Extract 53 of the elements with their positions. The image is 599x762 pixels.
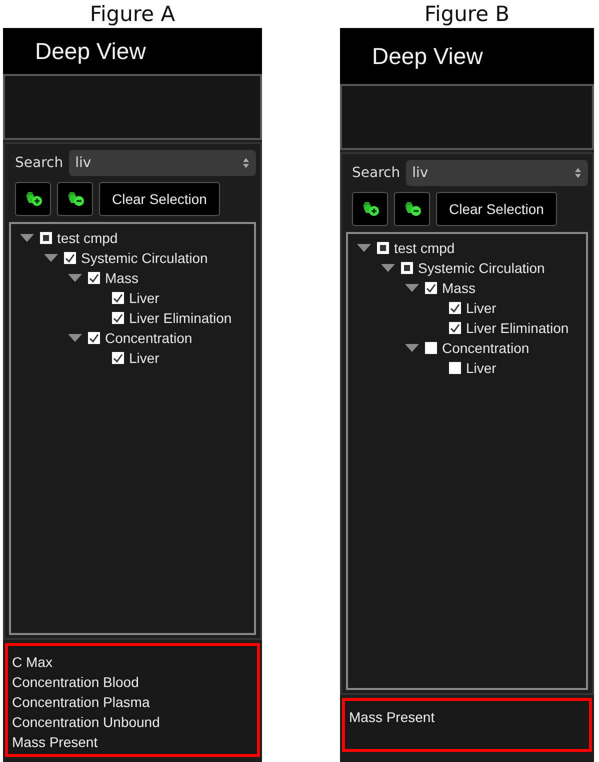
tree-item-label[interactable]: Systemic Circulation <box>81 250 208 266</box>
collapse-arrow-icon[interactable] <box>67 333 83 343</box>
tree-item-label[interactable]: Liver <box>466 300 496 316</box>
hexagon-plus-icon <box>23 189 43 209</box>
clear-selection-button[interactable]: Clear Selection <box>436 192 557 226</box>
result-item[interactable]: Concentration Blood <box>12 672 253 692</box>
expand-all-button[interactable] <box>352 192 388 226</box>
collapse-all-button[interactable] <box>57 182 93 216</box>
tree-item-label[interactable]: Mass <box>442 280 476 296</box>
tree-item-label[interactable]: Systemic Circulation <box>418 260 545 276</box>
tree-item-label[interactable]: test cmpd <box>394 240 455 256</box>
tree-item-label[interactable]: Concentration <box>442 340 530 356</box>
panel-title: Deep View <box>35 38 146 64</box>
result-item[interactable]: Concentration Plasma <box>12 692 253 712</box>
tree-item-label[interactable]: Mass <box>105 270 138 286</box>
tree-item-label[interactable]: Liver <box>129 290 160 306</box>
checkbox[interactable] <box>449 362 461 374</box>
checkbox[interactable] <box>425 342 437 354</box>
collapse-arrow-icon[interactable] <box>43 253 59 263</box>
collapse-arrow-icon[interactable] <box>404 343 420 353</box>
collapse-all-button[interactable] <box>394 192 430 226</box>
expand-all-button[interactable] <box>15 182 51 216</box>
result-item[interactable]: Concentration Unbound <box>12 712 253 732</box>
result-item[interactable]: C Max <box>12 652 253 672</box>
collapse-arrow-icon[interactable] <box>404 283 420 293</box>
search-label: Search <box>15 155 64 171</box>
result-item[interactable]: Mass Present <box>349 707 585 727</box>
spinner-icon[interactable] <box>574 167 582 179</box>
collapse-arrow-icon[interactable] <box>380 263 396 273</box>
hexagon-minus-icon <box>65 189 85 209</box>
collapse-arrow-icon[interactable] <box>356 243 372 253</box>
collapse-arrow-icon[interactable] <box>67 273 83 283</box>
tree-item-label[interactable]: Liver <box>129 350 160 366</box>
search-label: Search <box>352 165 400 181</box>
search-field[interactable]: liv <box>406 160 588 186</box>
spinner-icon[interactable] <box>242 157 250 169</box>
tree-item-label[interactable]: Concentration <box>105 330 192 346</box>
figure-caption: Figure B <box>423 1 511 28</box>
hexagon-minus-icon <box>402 199 422 219</box>
search-field[interactable]: liv <box>69 150 256 176</box>
tree-item-label[interactable]: Liver Elimination <box>466 320 569 336</box>
clear-selection-button[interactable]: Clear Selection <box>99 182 220 216</box>
result-item[interactable]: Mass Present <box>12 732 253 752</box>
tree-item-label[interactable]: Liver Elimination <box>129 310 232 326</box>
checkbox[interactable] <box>401 262 413 274</box>
figure-caption: Figure A <box>88 1 176 28</box>
panel-title: Deep View <box>372 42 483 70</box>
hexagon-plus-icon <box>360 199 380 219</box>
tree-item-label[interactable]: test cmpd <box>57 230 118 246</box>
checkbox[interactable] <box>377 242 389 254</box>
tree-item-label[interactable]: Liver <box>466 360 496 376</box>
collapse-arrow-icon[interactable] <box>19 233 35 243</box>
checkbox[interactable] <box>40 232 52 244</box>
